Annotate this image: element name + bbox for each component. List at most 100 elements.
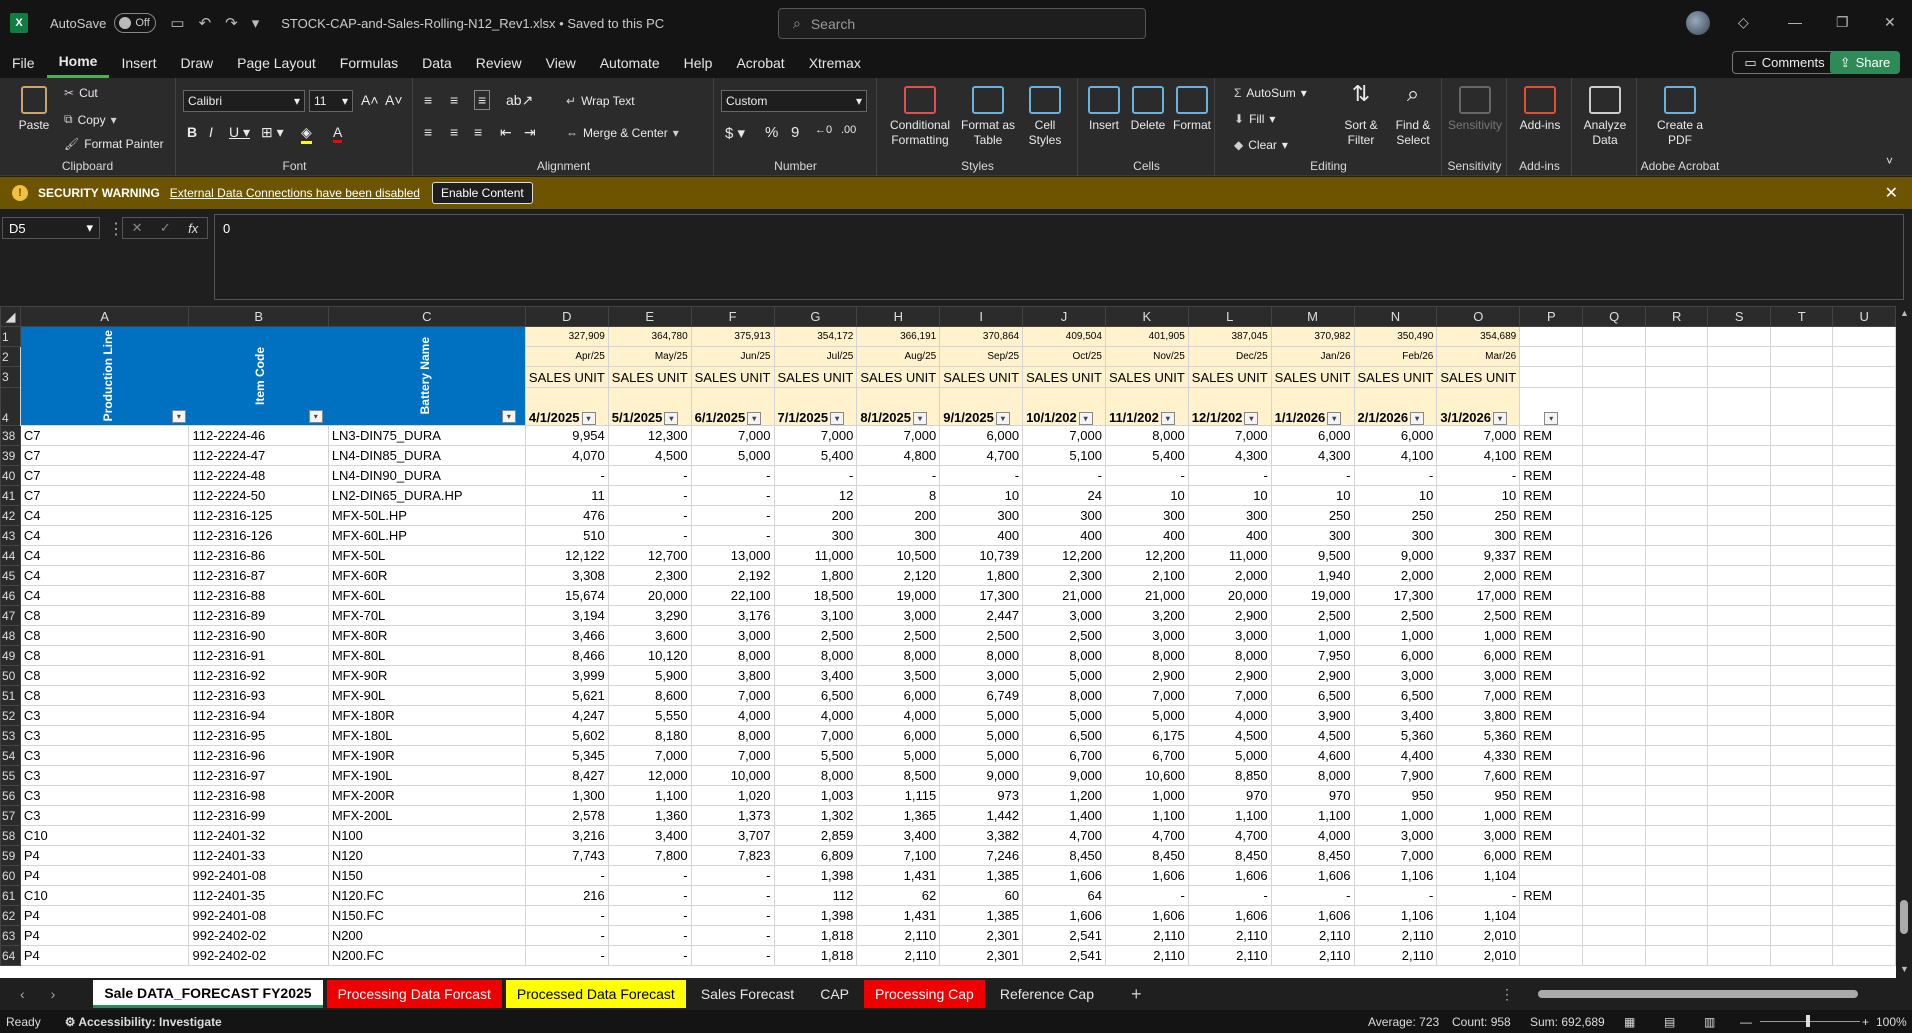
remark-cell[interactable]: REM [1519, 665, 1584, 686]
empty-cell[interactable] [1644, 605, 1709, 626]
row-header[interactable]: 50 [0, 665, 21, 686]
row-header[interactable]: 1 [0, 325, 21, 348]
value-cell[interactable]: 10 [1353, 485, 1438, 506]
value-cell[interactable]: - [607, 945, 692, 966]
row-header[interactable]: 39 [0, 445, 21, 466]
empty-cell[interactable] [1644, 725, 1709, 746]
sheet-tab[interactable]: Processing Cap [864, 980, 985, 1008]
empty-cell[interactable] [1769, 865, 1834, 886]
value-cell[interactable]: 6,000 [1353, 645, 1438, 666]
value-cell[interactable]: 3,194 [524, 605, 609, 626]
value-cell[interactable]: 12,200 [1022, 545, 1106, 566]
comma-icon[interactable]: 9 [791, 124, 799, 141]
battery-name-cell[interactable]: MFX-50L.HP [327, 505, 526, 526]
production-line-cell[interactable]: C10 [19, 825, 190, 846]
menu-view[interactable]: View [534, 46, 588, 78]
value-cell[interactable]: 6,000 [856, 725, 941, 746]
row-header[interactable]: 44 [0, 545, 21, 566]
empty-cell[interactable] [1582, 565, 1646, 586]
column-header-U[interactable]: U [1832, 306, 1896, 327]
value-cell[interactable]: 300 [1353, 525, 1438, 546]
empty-cell[interactable] [1582, 945, 1646, 966]
value-cell[interactable]: 4,247 [524, 705, 609, 726]
empty-cell[interactable] [1582, 785, 1646, 806]
value-cell[interactable]: - [856, 465, 941, 486]
value-cell[interactable]: 5,000 [939, 725, 1024, 746]
item-code-cell[interactable]: 112-2316-99 [188, 805, 329, 826]
production-line-cell[interactable]: C8 [19, 685, 190, 706]
battery-name-cell[interactable]: N200.FC [327, 945, 526, 966]
value-cell[interactable]: 2,900 [1104, 665, 1189, 686]
value-cell[interactable]: - [1270, 465, 1355, 486]
format-painter-button[interactable]: 🖌 Format Painter [64, 137, 164, 151]
production-line-cell[interactable]: P4 [19, 945, 190, 966]
value-cell[interactable]: 21,000 [1104, 585, 1189, 606]
item-code-cell[interactable]: 112-2401-33 [188, 845, 329, 866]
value-cell[interactable]: 3,382 [939, 825, 1024, 846]
value-cell[interactable]: 8,000 [1270, 765, 1355, 786]
value-cell[interactable]: 1,100 [1187, 805, 1272, 826]
value-cell[interactable]: 1,000 [1353, 805, 1438, 826]
value-cell[interactable]: 10,000 [690, 765, 775, 786]
name-box[interactable]: D5 ▾ [2, 217, 100, 239]
value-cell[interactable]: 8,466 [524, 645, 609, 666]
increase-font-icon[interactable]: A˄ [361, 92, 379, 108]
filter-dropdown-icon[interactable]: ▾ [1544, 412, 1559, 425]
empty-cell[interactable] [1582, 645, 1646, 666]
empty-cell[interactable] [1832, 325, 1896, 348]
value-cell[interactable]: 300 [1270, 525, 1355, 546]
empty-cell[interactable] [1644, 765, 1709, 786]
value-cell[interactable]: 2,500 [1022, 625, 1106, 646]
value-cell[interactable]: 8,000 [773, 645, 858, 666]
value-cell[interactable]: 4,500 [607, 445, 692, 466]
value-cell[interactable]: 8,000 [1104, 645, 1189, 666]
menu-data[interactable]: Data [410, 46, 464, 78]
value-cell[interactable]: 3,800 [1436, 705, 1521, 726]
battery-name-cell[interactable]: MFX-200L [327, 805, 526, 826]
production-line-cell[interactable]: C3 [19, 805, 190, 826]
empty-cell[interactable] [1644, 685, 1709, 706]
filter-dropdown-icon[interactable]: ▾ [1327, 412, 1342, 425]
value-cell[interactable]: 8,500 [856, 765, 941, 786]
row-header[interactable]: 40 [0, 465, 21, 486]
value-cell[interactable]: 2,000 [1436, 565, 1521, 586]
value-cell[interactable]: 7,950 [1270, 645, 1355, 666]
fx-icon[interactable]: fx [188, 221, 198, 236]
value-cell[interactable]: 2,541 [1022, 925, 1106, 946]
filter-dropdown-icon[interactable]: ▾ [1078, 412, 1093, 425]
value-cell[interactable]: 4,000 [773, 705, 858, 726]
empty-cell[interactable] [1519, 346, 1584, 368]
value-cell[interactable]: 5,000 [856, 745, 941, 766]
empty-cell[interactable] [1644, 505, 1709, 526]
value-cell[interactable]: - [607, 865, 692, 886]
empty-cell[interactable] [1707, 505, 1771, 526]
remark-cell[interactable]: REM [1519, 465, 1584, 486]
page-layout-view-icon[interactable]: ▤ [1664, 1015, 1675, 1029]
customize-toolbar-icon[interactable]: ▾ [252, 14, 260, 32]
production-line-cell[interactable]: C8 [19, 645, 190, 666]
remark-cell[interactable]: REM [1519, 785, 1584, 806]
value-cell[interactable]: 2,120 [856, 565, 941, 586]
conditional-formatting-button[interactable]: Conditional Formatting [886, 86, 954, 148]
empty-cell[interactable] [1519, 366, 1584, 388]
battery-name-cell[interactable]: MFX-70L [327, 605, 526, 626]
empty-cell[interactable] [1582, 425, 1646, 446]
empty-cell[interactable] [1832, 745, 1896, 766]
item-code-cell[interactable]: 112-2316-93 [188, 685, 329, 706]
item-code-cell[interactable]: 112-2316-95 [188, 725, 329, 746]
share-button[interactable]: ⇪ Share [1830, 51, 1900, 74]
value-cell[interactable]: 112 [773, 885, 858, 906]
empty-cell[interactable] [1707, 885, 1771, 906]
production-line-cell[interactable]: C4 [19, 505, 190, 526]
value-cell[interactable]: 5,400 [773, 445, 858, 466]
value-cell[interactable]: 8,450 [1022, 845, 1106, 866]
select-all-corner[interactable]: ◢ [0, 306, 21, 327]
column-header-A[interactable]: A [19, 306, 190, 327]
row-header[interactable]: 54 [0, 745, 21, 766]
value-cell[interactable]: 3,500 [856, 665, 941, 686]
value-cell[interactable]: 5,621 [524, 685, 609, 706]
cancel-icon[interactable]: ✕ [132, 220, 143, 236]
value-cell[interactable]: 3,900 [1270, 705, 1355, 726]
value-cell[interactable]: 1,115 [856, 785, 941, 806]
value-cell[interactable]: 3,400 [607, 825, 692, 846]
